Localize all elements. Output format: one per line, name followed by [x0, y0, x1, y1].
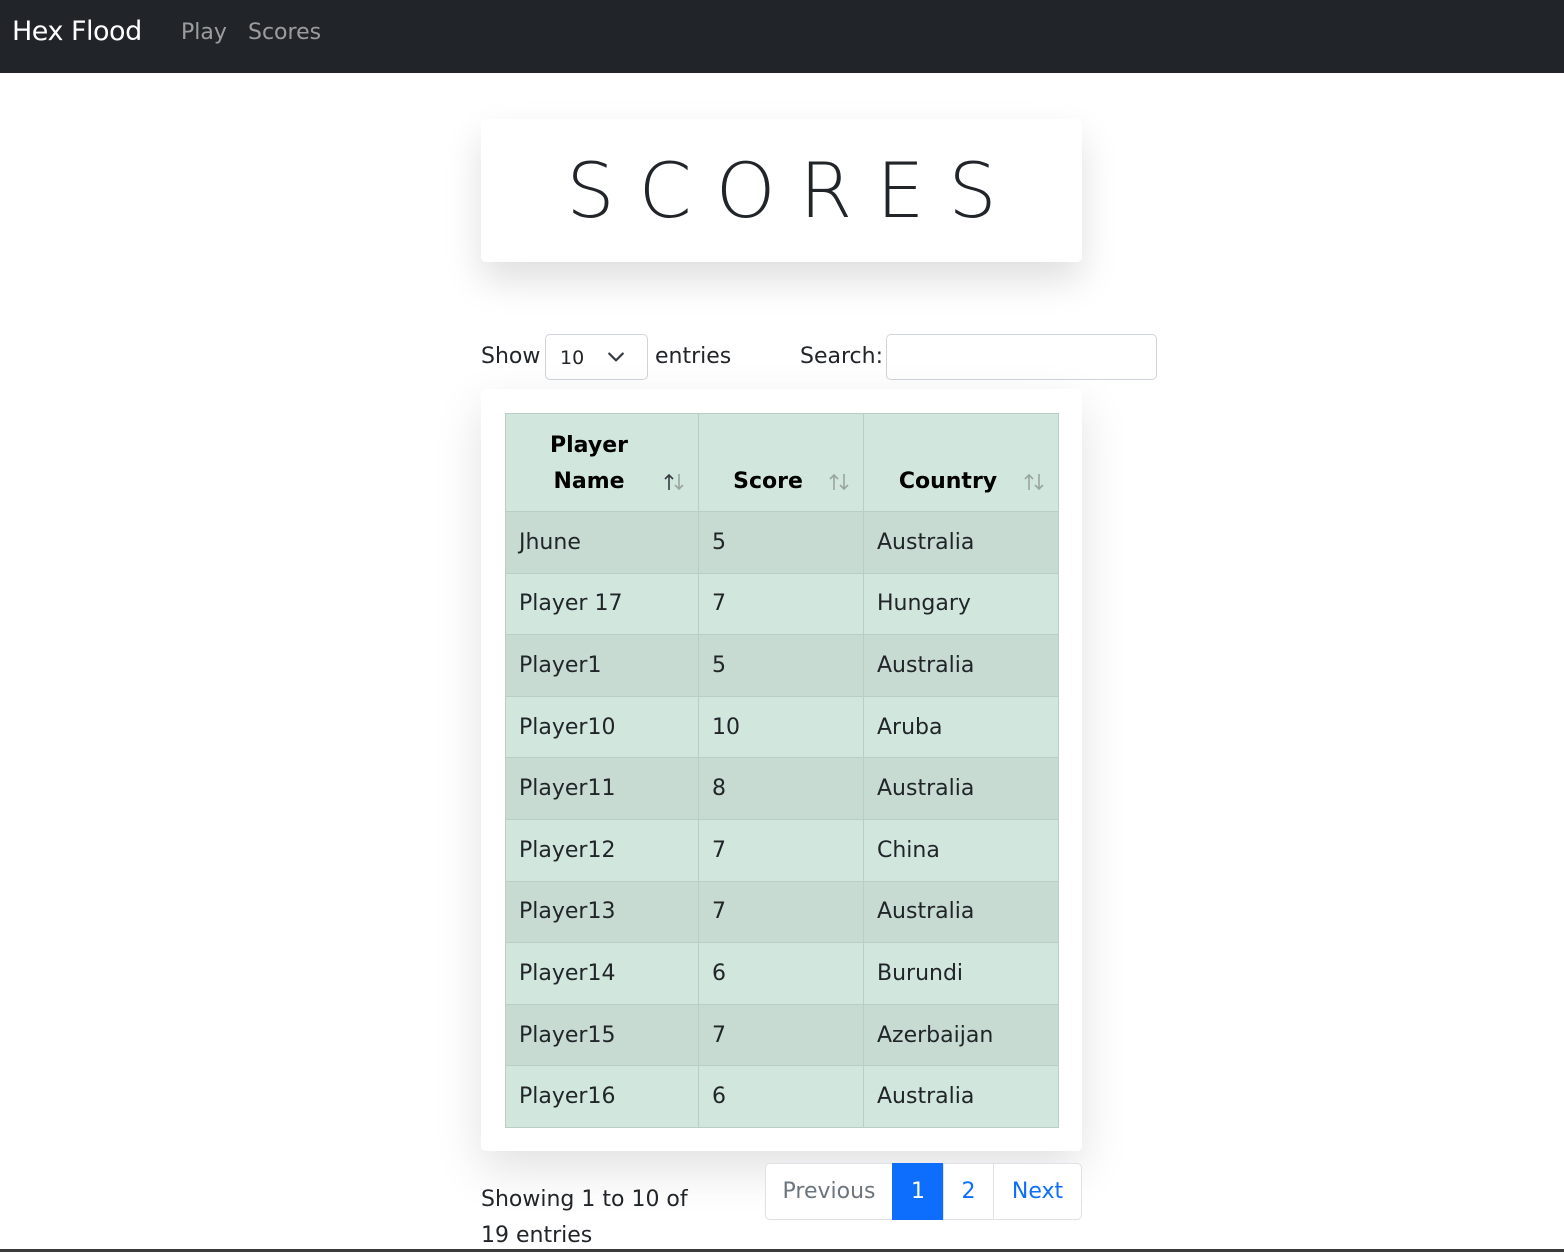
pagination-page-2[interactable]: 2 [943, 1163, 994, 1220]
cell-player-name: Player14 [505, 942, 699, 1005]
table-row: Player13 7 Australia [505, 880, 1059, 944]
table-row: Player14 6 Burundi [505, 942, 1059, 1005]
table-row: Player 17 7 Hungary [505, 572, 1059, 636]
cell-score: 7 [698, 1003, 864, 1067]
cell-player-name: Player 17 [505, 572, 699, 636]
cell-country: Burundi [863, 942, 1059, 1005]
cell-score: 5 [698, 511, 864, 574]
entries-per-page-value: 10 [560, 347, 585, 369]
cell-country: Australia [863, 880, 1059, 944]
cell-player-name: Jhune [505, 511, 699, 574]
pagination-next-button[interactable]: Next [993, 1163, 1082, 1220]
cell-country: Australia [863, 634, 1059, 697]
table-row: Player12 7 China [505, 818, 1059, 882]
table-info: Showing 1 to 10 of 19 entries [481, 1182, 701, 1254]
pagination-page-1[interactable]: 1 [892, 1163, 944, 1220]
table-row: Player1 5 Australia [505, 634, 1059, 697]
cell-score: 6 [698, 942, 864, 1005]
table-header-row: Player Name Score Country [505, 413, 1059, 512]
table-info-line1: Showing 1 to 10 of [481, 1187, 688, 1212]
cell-score: 8 [698, 757, 864, 820]
length-show-label: Show [481, 344, 541, 369]
sort-icon [1024, 473, 1044, 491]
table-info-line2: 19 entries [481, 1223, 593, 1248]
cell-country: Australia [863, 1065, 1059, 1128]
length-entries-label: entries [655, 344, 732, 369]
cell-country: Australia [863, 757, 1059, 820]
cell-player-name: Player15 [505, 1003, 699, 1067]
table-row: Player16 6 Australia [505, 1065, 1059, 1128]
column-header-player-name[interactable]: Player Name [505, 413, 699, 512]
cell-score: 7 [698, 818, 864, 882]
sort-icon [664, 473, 684, 491]
cell-player-name: Player10 [505, 695, 699, 759]
search-input[interactable] [886, 334, 1157, 380]
scores-table: Player Name Score Country Jhune 5 Austra… [505, 413, 1059, 1128]
table-row: Player10 10 Aruba [505, 695, 1059, 759]
cell-score: 7 [698, 880, 864, 944]
cell-country: Hungary [863, 572, 1059, 636]
sort-icon [829, 473, 849, 491]
brand-link[interactable]: Hex Flood [12, 14, 142, 50]
search-label: Search: [800, 344, 883, 369]
cell-country: Aruba [863, 695, 1059, 759]
cell-player-name: Player11 [505, 757, 699, 820]
chevron-down-icon [608, 352, 624, 362]
cell-country: Australia [863, 511, 1059, 574]
column-header-score[interactable]: Score [698, 413, 864, 512]
table-row: Player11 8 Australia [505, 757, 1059, 820]
table-row: Player15 7 Azerbaijan [505, 1003, 1059, 1067]
nav-link-play[interactable]: Play [181, 18, 227, 48]
cell-player-name: Player16 [505, 1065, 699, 1128]
cell-score: 5 [698, 634, 864, 697]
entries-per-page-select[interactable]: 10 [545, 334, 648, 380]
cell-country: Azerbaijan [863, 1003, 1059, 1067]
navbar: Hex Flood Play Scores [0, 0, 1564, 73]
cell-score: 7 [698, 572, 864, 636]
table-row: Jhune 5 Australia [505, 511, 1059, 574]
nav-link-scores[interactable]: Scores [248, 18, 321, 48]
cell-score: 6 [698, 1065, 864, 1128]
cell-player-name: Player12 [505, 818, 699, 882]
pagination-previous-button[interactable]: Previous [765, 1163, 893, 1220]
cell-player-name: Player1 [505, 634, 699, 697]
column-header-country[interactable]: Country [863, 413, 1059, 512]
page-title: SCORES [566, 146, 1021, 235]
pagination: Previous 1 2 Next [765, 1163, 1082, 1220]
title-card: SCORES [481, 119, 1082, 262]
cell-score: 10 [698, 695, 864, 759]
cell-player-name: Player13 [505, 880, 699, 944]
cell-country: China [863, 818, 1059, 882]
